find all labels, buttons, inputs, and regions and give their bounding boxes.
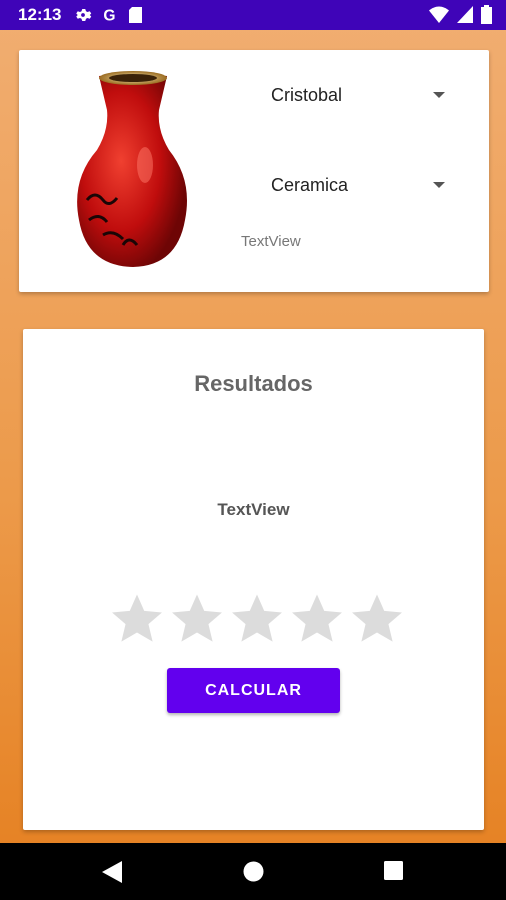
dropdown-arrow-icon: [433, 92, 445, 98]
calcular-button[interactable]: CALCULAR: [167, 668, 340, 713]
status-right-icons: [429, 5, 492, 24]
google-icon: G: [103, 8, 115, 24]
sd-card-icon: [129, 7, 142, 23]
battery-icon: [481, 5, 492, 24]
material-spinner-value: Ceramica: [271, 174, 349, 195]
result-textview: TextView: [217, 500, 290, 519]
home-icon[interactable]: [243, 861, 264, 882]
star-icon[interactable]: [109, 591, 165, 647]
star-icon[interactable]: [169, 591, 225, 647]
wifi-icon: [429, 6, 449, 23]
selection-card: Cristobal Ceramica TextView: [19, 50, 489, 292]
results-card: Resultados TextView CALCULAR: [23, 329, 484, 830]
vase-image: [77, 71, 187, 267]
back-icon[interactable]: [102, 861, 122, 883]
signal-icon: [457, 6, 473, 23]
status-left-icons: G: [74, 6, 142, 24]
rating-bar[interactable]: [109, 591, 405, 647]
status-time: 12:13: [18, 5, 62, 24]
results-title: Resultados: [194, 371, 313, 396]
gear-icon: [76, 9, 92, 21]
dropdown-arrow-icon: [433, 182, 445, 188]
author-spinner-value: Cristobal: [271, 84, 343, 105]
svg-text:G: G: [103, 8, 115, 24]
top-textview: TextView: [241, 233, 301, 250]
star-icon[interactable]: [229, 591, 285, 647]
status-bar: 12:13 G: [0, 0, 506, 30]
material-spinner[interactable]: Ceramica: [271, 165, 481, 205]
navigation-bar: [0, 843, 506, 900]
star-icon[interactable]: [289, 591, 345, 647]
star-icon[interactable]: [349, 591, 405, 647]
author-spinner[interactable]: Cristobal: [271, 75, 481, 115]
recents-icon[interactable]: [384, 861, 403, 880]
